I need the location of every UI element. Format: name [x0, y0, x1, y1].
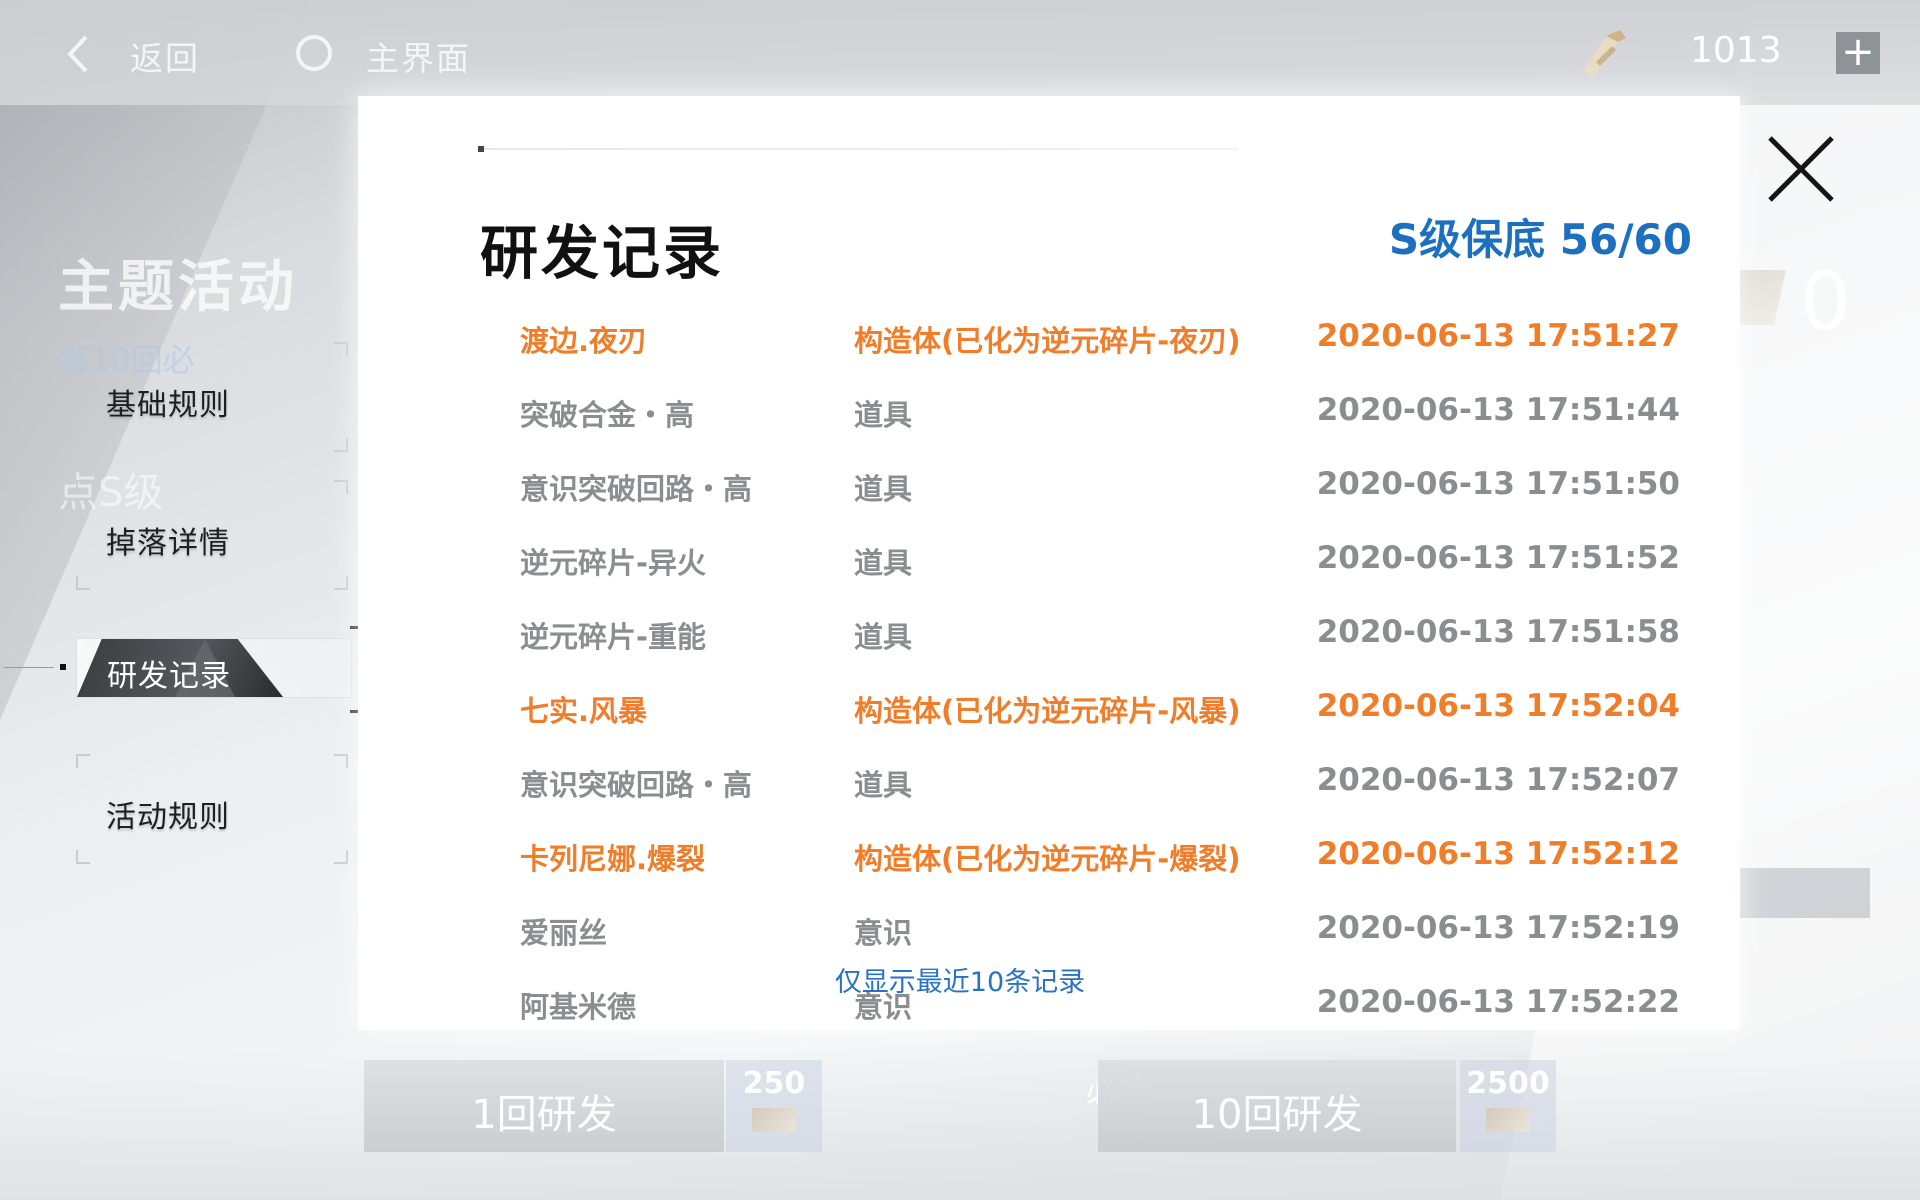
- tab-label: 掉落详情: [106, 526, 230, 561]
- record-row: 意识突破回路・高 道具 2020-06-13 17:52:07: [520, 762, 1680, 802]
- record-time: 2020-06-13 17:51:44: [1316, 392, 1680, 428]
- record-type: 道具: [854, 472, 913, 506]
- single-draw-cost-value: 250: [742, 1066, 806, 1101]
- record-row: 渡边.夜刃 构造体(已化为逆元碎片-夜刃) 2020-06-13 17:51:2…: [520, 318, 1680, 358]
- record-name: 渡边.夜刃: [520, 324, 648, 358]
- record-type: 构造体(已化为逆元碎片-爆裂): [854, 842, 1241, 876]
- close-icon[interactable]: [1766, 134, 1836, 204]
- modal-title: 研发记录: [480, 219, 725, 287]
- record-type: 构造体(已化为逆元碎片-夜刃): [854, 324, 1241, 358]
- active-tab-marker-dot: [60, 664, 66, 670]
- record-row: 逆元碎片-异火 道具 2020-06-13 17:51:52: [520, 540, 1680, 580]
- tab-draw-records[interactable]: 研发记录: [76, 638, 352, 698]
- tab-label: 活动规则: [106, 800, 230, 835]
- tab-basic-rules[interactable]: 基础规则: [76, 342, 348, 452]
- record-time: 2020-06-13 17:51:50: [1316, 466, 1680, 502]
- home-circle-icon[interactable]: [296, 35, 332, 71]
- currency-value: 1013: [1690, 30, 1782, 71]
- single-draw-label: 1回研发: [471, 1092, 617, 1138]
- record-time: 2020-06-13 17:52:19: [1316, 910, 1680, 946]
- record-row: 爱丽丝 意识 2020-06-13 17:52:19: [520, 910, 1680, 950]
- record-row: 意识突破回路・高 道具 2020-06-13 17:51:50: [520, 466, 1680, 506]
- ten-draw-button[interactable]: 10回研发: [1098, 1060, 1456, 1152]
- record-type: 道具: [854, 546, 913, 580]
- records-footnote: 仅显示最近10条记录: [834, 967, 1086, 998]
- add-currency-button[interactable]: +: [1836, 32, 1880, 74]
- home-button[interactable]: 主界面: [366, 32, 471, 80]
- currency-icon: [1582, 30, 1626, 76]
- record-name: 逆元碎片-重能: [520, 620, 707, 654]
- tab-drop-details[interactable]: 掉落详情: [76, 480, 348, 590]
- background-counter: 0: [1800, 255, 1851, 348]
- record-time: 2020-06-13 17:52:12: [1316, 836, 1680, 872]
- record-type: 道具: [854, 768, 913, 802]
- record-type: 意识: [854, 916, 913, 950]
- record-type: 道具: [854, 398, 913, 432]
- pity-counter: S级保底 56/60: [1388, 215, 1692, 264]
- ten-draw-cost: 2500: [1460, 1060, 1556, 1152]
- record-time: 2020-06-13 17:52:04: [1316, 688, 1680, 724]
- record-name: 突破合金・高: [520, 398, 695, 432]
- single-draw-button[interactable]: 1回研发: [364, 1060, 724, 1152]
- back-button[interactable]: 返回: [130, 32, 200, 80]
- tab-label: 研发记录: [107, 659, 231, 694]
- record-row: 卡列尼娜.爆裂 构造体(已化为逆元碎片-爆裂) 2020-06-13 17:52…: [520, 836, 1680, 876]
- record-type: 构造体(已化为逆元碎片-风暴): [854, 694, 1241, 728]
- back-arrow-icon[interactable]: [62, 34, 96, 74]
- ticket-icon: [752, 1108, 796, 1132]
- record-row: 逆元碎片-重能 道具 2020-06-13 17:51:58: [520, 614, 1680, 654]
- draw-records-modal: 研发记录 S级保底 56/60 渡边.夜刃 构造体(已化为逆元碎片-夜刃) 20…: [358, 96, 1740, 1030]
- record-time: 2020-06-13 17:51:27: [1316, 318, 1680, 354]
- tab-event-rules[interactable]: 活动规则: [76, 754, 348, 864]
- record-name: 意识突破回路・高: [520, 768, 753, 802]
- background-title: 主题活动: [58, 255, 298, 320]
- record-name: 逆元碎片-异火: [520, 546, 707, 580]
- ticket-icon: [1486, 1108, 1530, 1132]
- record-name: 意识突破回路・高: [520, 472, 753, 506]
- record-time: 2020-06-13 17:51:52: [1316, 540, 1680, 576]
- top-bar: 返回 主界面 1013 +: [0, 0, 1920, 105]
- record-time: 2020-06-13 17:51:58: [1316, 614, 1680, 650]
- record-time: 2020-06-13 17:52:07: [1316, 762, 1680, 798]
- ten-draw-cost-value: 2500: [1466, 1066, 1550, 1101]
- background-bar: [1740, 868, 1870, 918]
- record-type: 道具: [854, 620, 913, 654]
- record-name: 爱丽丝: [520, 916, 608, 950]
- record-row: 突破合金・高 道具 2020-06-13 17:51:44: [520, 392, 1680, 432]
- single-draw-cost: 250: [726, 1060, 822, 1152]
- record-name: 卡列尼娜.爆裂: [520, 842, 706, 876]
- tab-label: 基础规则: [106, 388, 230, 423]
- ten-draw-label: 10回研发: [1191, 1092, 1363, 1138]
- modal-divider: [478, 148, 1238, 150]
- background-decoration: [0, 1050, 1920, 1200]
- modal-dot: [478, 146, 484, 152]
- record-name: 七实.风暴: [520, 694, 648, 728]
- record-row: 七实.风暴 构造体(已化为逆元碎片-风暴) 2020-06-13 17:52:0…: [520, 688, 1680, 728]
- active-tab-marker-line: [4, 667, 54, 668]
